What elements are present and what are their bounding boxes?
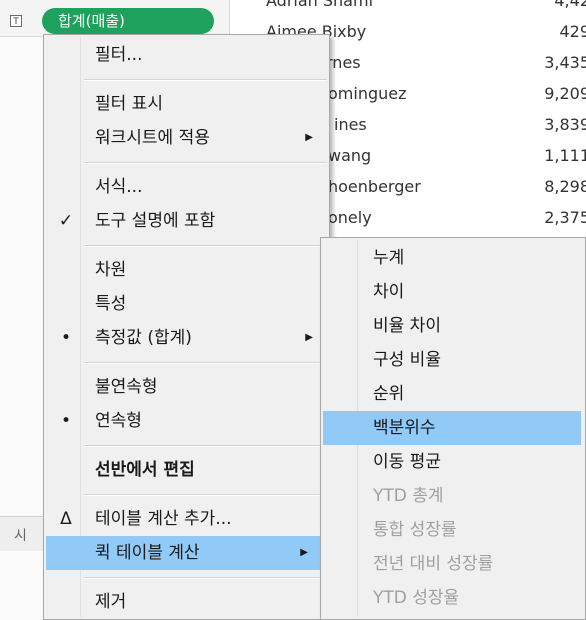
menu-separator (84, 494, 327, 496)
menu-item-remove[interactable]: 제거 (46, 585, 327, 619)
customer-name-cell: onely (328, 208, 372, 227)
customer-name-cell: hoenberger (328, 177, 421, 196)
submenu-item-difference[interactable]: 차이 (323, 275, 581, 309)
menu-item-label: 필터... (95, 45, 143, 65)
menu-item-label: 연속형 (95, 411, 142, 431)
submenu-arrow-icon: ▶ (305, 132, 313, 143)
menu-item-label: 차원 (95, 260, 127, 280)
menu-item-label: 누계 (373, 248, 405, 268)
submenu-item-rank[interactable]: 순위 (323, 377, 581, 411)
customer-name-cell: ominguez (328, 84, 407, 103)
menu-item-label: 측정값 (합계) (95, 328, 192, 348)
customer-name-cell: wang (328, 146, 372, 165)
delta-icon: Δ (60, 509, 72, 529)
menu-item-label: 퀵 테이블 계산 (95, 543, 200, 563)
quick-table-calc-submenu: 누계 차이 비율 차이 구성 비율 순위 백분위수 이동 평균 YTD 총계 통… (320, 237, 586, 620)
menu-separator (84, 245, 327, 247)
submenu-item-percent-difference[interactable]: 비율 차이 (323, 309, 581, 343)
sales-value-cell: 2,375 (544, 208, 586, 227)
menu-item-label: 제거 (95, 592, 127, 612)
menu-item-quick-table-calculation[interactable]: 퀵 테이블 계산 ▶ (46, 536, 320, 570)
menu-item-edit-in-shelf[interactable]: 선반에서 편집 (46, 453, 327, 487)
customer-name-cell: Adrian Shami (266, 0, 374, 10)
menu-item-label: 통합 성장률 (373, 520, 457, 540)
menu-item-label: 불연속형 (95, 377, 158, 397)
menu-item-add-table-calculation[interactable]: Δ 테이블 계산 추가... (46, 502, 327, 536)
menu-item-label: 비율 차이 (373, 316, 441, 336)
menu-item-attribute[interactable]: 특성 (46, 287, 327, 321)
menu-item-include-in-tooltip[interactable]: ✓ 도구 설명에 포함 (46, 204, 327, 238)
menu-item-label: YTD 성장율 (373, 588, 460, 608)
menu-separator (84, 362, 327, 364)
submenu-arrow-icon: ▶ (305, 332, 313, 343)
menu-item-continuous[interactable]: • 연속형 (46, 404, 327, 438)
menu-item-label: 워크시트에 적용 (95, 128, 210, 148)
menu-item-filter[interactable]: 필터... (46, 38, 327, 72)
sales-value-cell: 429 (559, 22, 586, 41)
submenu-item-ytd-total: YTD 총계 (323, 479, 581, 513)
submenu-item-year-over-year-growth: 전년 대비 성장률 (323, 547, 581, 581)
menu-separator (84, 445, 327, 447)
menu-item-label: 구성 비율 (373, 350, 441, 370)
menu-item-label: 이동 평균 (373, 452, 441, 472)
bullet-icon: • (60, 328, 72, 348)
sheet-tab[interactable]: 시 (14, 525, 27, 545)
customer-name-cell: ines (334, 115, 367, 134)
checkmark-icon: ✓ (58, 211, 74, 231)
submenu-item-ytd-growth: YTD 성장율 (323, 581, 581, 615)
sales-value-cell: 4,42 (554, 0, 586, 10)
text-mark-icon[interactable]: T (10, 15, 22, 27)
pill-context-menu: 필터... 필터 표시 워크시트에 적용 ▶ 서식... ✓ 도구 설명에 포함… (43, 34, 330, 620)
submenu-item-percentile[interactable]: 백분위수 (323, 411, 581, 445)
menu-separator (84, 577, 327, 579)
menu-item-label: 순위 (373, 384, 405, 404)
menu-item-label: 전년 대비 성장률 (373, 554, 494, 574)
menu-item-label: 선반에서 편집 (95, 460, 195, 480)
menu-item-show-filter[interactable]: 필터 표시 (46, 87, 327, 121)
submenu-item-percent-of-total[interactable]: 구성 비율 (323, 343, 581, 377)
measure-pill[interactable]: 합계(매출) (42, 8, 214, 34)
sales-value-cell: 1,111 (544, 146, 586, 165)
submenu-item-running-total[interactable]: 누계 (323, 241, 581, 275)
submenu-arrow-icon: ▶ (300, 547, 308, 558)
menu-item-measure-sum[interactable]: • 측정값 (합계) ▶ (46, 321, 327, 355)
customer-name-cell: rnes (326, 53, 361, 72)
menu-item-label: 서식... (95, 177, 143, 197)
menu-item-label: 차이 (373, 282, 405, 302)
submenu-item-moving-average[interactable]: 이동 평균 (323, 445, 581, 479)
sales-value-cell: 3,839 (544, 115, 586, 134)
menu-item-label: 백분위수 (373, 418, 436, 438)
menu-item-format[interactable]: 서식... (46, 170, 327, 204)
menu-item-label: YTD 총계 (373, 486, 444, 506)
menu-item-dimension[interactable]: 차원 (46, 253, 327, 287)
menu-item-apply-to-worksheets[interactable]: 워크시트에 적용 ▶ (46, 121, 327, 155)
menu-item-label: 도구 설명에 포함 (95, 211, 216, 231)
menu-item-discrete[interactable]: 불연속형 (46, 370, 327, 404)
table-row: Adrian Shami 4,42 (230, 0, 586, 16)
sales-value-cell: 8,298 (544, 177, 586, 196)
submenu-item-compound-growth-rate: 통합 성장률 (323, 513, 581, 547)
menu-separator (84, 79, 327, 81)
sales-value-cell: 3,435 (544, 53, 586, 72)
menu-item-label: 필터 표시 (95, 94, 163, 114)
menu-item-label: 특성 (95, 294, 127, 314)
menu-item-label: 테이블 계산 추가... (95, 509, 232, 529)
marks-card-row: T 합계(매출) (0, 0, 229, 37)
sales-value-cell: 9,209 (544, 84, 586, 103)
menu-separator (84, 162, 327, 164)
bullet-icon: • (60, 411, 72, 431)
